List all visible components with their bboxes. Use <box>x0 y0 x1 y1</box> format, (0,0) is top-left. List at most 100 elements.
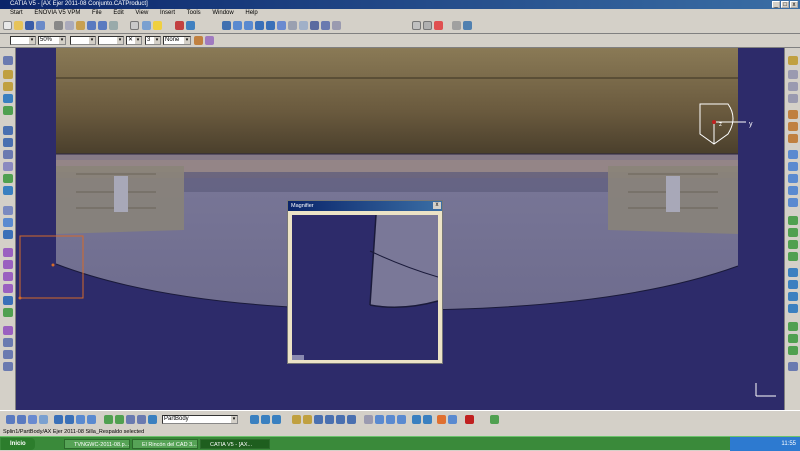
task-button[interactable]: CATIA V5 - [AX... <box>200 439 270 449</box>
measure-between-icon[interactable] <box>397 415 406 424</box>
what-is-this-icon[interactable] <box>109 21 118 30</box>
multi-view-icon[interactable] <box>288 21 297 30</box>
point-icon[interactable] <box>788 70 798 79</box>
sketcher-icon[interactable] <box>6 415 15 424</box>
body-select[interactable]: PartBody ▾ <box>162 415 238 424</box>
cut-icon[interactable] <box>54 21 63 30</box>
start-button[interactable]: Inicio <box>1 438 35 450</box>
transform-icon[interactable] <box>347 415 356 424</box>
properties-icon[interactable] <box>205 36 214 45</box>
extrude-icon[interactable] <box>788 150 798 159</box>
symmetry-icon[interactable] <box>788 304 798 313</box>
offset-constraint-icon[interactable] <box>3 272 13 281</box>
zoom-out-icon[interactable] <box>266 21 275 30</box>
knowledge-icon[interactable] <box>175 21 184 30</box>
axis-system-icon[interactable] <box>788 334 798 343</box>
add-icon[interactable] <box>250 415 259 424</box>
menu-edit[interactable]: Edit <box>108 9 128 18</box>
paint-brush-icon[interactable] <box>194 36 203 45</box>
catalog-browser-icon[interactable] <box>490 415 499 424</box>
menu-file[interactable]: File <box>87 9 107 18</box>
shading-icon[interactable] <box>310 21 319 30</box>
magnifier-title-bar[interactable]: Magnifier x <box>288 201 442 211</box>
catalog-icon[interactable] <box>153 21 162 30</box>
magnifier-close-button[interactable]: x <box>433 202 441 209</box>
constraint-icon[interactable] <box>3 248 13 257</box>
check-icon[interactable] <box>465 415 474 424</box>
extract-icon[interactable] <box>788 252 798 261</box>
component-icon[interactable] <box>3 94 13 103</box>
transparency-select[interactable]: 50% ▾ <box>38 36 66 45</box>
rotate-icon[interactable] <box>244 21 253 30</box>
spline-icon[interactable] <box>788 110 798 119</box>
normal-view-icon[interactable] <box>277 21 286 30</box>
save-icon[interactable] <box>25 21 34 30</box>
join-icon[interactable] <box>788 216 798 225</box>
loft-icon[interactable] <box>87 415 96 424</box>
product-icon[interactable] <box>3 70 13 79</box>
color-select[interactable]: ▾ <box>10 36 36 45</box>
grid-icon[interactable] <box>423 21 432 30</box>
redo-icon[interactable] <box>98 21 107 30</box>
swap-space-icon[interactable] <box>332 21 341 30</box>
fillet-icon[interactable] <box>788 268 798 277</box>
clash-icon[interactable] <box>3 230 13 239</box>
analysis-icon[interactable] <box>452 21 461 30</box>
multi-instantiation-icon[interactable] <box>3 162 13 171</box>
line-type-select[interactable]: ▾ <box>98 36 124 45</box>
assemble-icon[interactable] <box>303 415 312 424</box>
chamfer-icon[interactable] <box>115 415 124 424</box>
point-symbol-select[interactable]: ✕ ▾ <box>126 36 142 45</box>
part-icon[interactable] <box>3 82 13 91</box>
remove-icon[interactable] <box>261 415 270 424</box>
magnifier-view[interactable] <box>292 215 438 360</box>
iso-view-icon[interactable] <box>299 21 308 30</box>
pad-icon[interactable] <box>17 415 26 424</box>
circle-icon[interactable] <box>788 122 798 131</box>
fix-component-icon[interactable] <box>3 296 13 305</box>
menu-view[interactable]: View <box>130 9 153 18</box>
shaft-icon[interactable] <box>28 415 37 424</box>
reuse-pattern-icon[interactable] <box>3 326 13 335</box>
sketch-icon[interactable] <box>788 56 798 65</box>
snap-icon[interactable] <box>3 218 13 227</box>
graph-tree-icon[interactable] <box>3 138 13 147</box>
renumber-icon[interactable] <box>3 150 13 159</box>
fix-together-icon[interactable] <box>3 308 13 317</box>
slot-icon[interactable] <box>65 415 74 424</box>
table-icon[interactable] <box>412 21 421 30</box>
open-icon[interactable] <box>14 21 23 30</box>
undo-icon[interactable] <box>87 21 96 30</box>
angle-constraint-icon[interactable] <box>3 284 13 293</box>
pan-icon[interactable] <box>233 21 242 30</box>
thread-icon[interactable] <box>375 415 384 424</box>
fast-instantiation-icon[interactable] <box>3 174 13 183</box>
search-icon[interactable] <box>142 21 151 30</box>
3d-text-icon[interactable] <box>386 415 395 424</box>
stiffener-icon[interactable] <box>76 415 85 424</box>
task-button[interactable]: El Rincón del CAD 3... <box>132 439 198 449</box>
scaling-icon[interactable] <box>336 415 345 424</box>
fly-mode-icon[interactable] <box>222 21 231 30</box>
hide-show-icon[interactable] <box>321 21 330 30</box>
formula-icon[interactable] <box>130 21 139 30</box>
print-icon[interactable] <box>36 21 45 30</box>
menu-insert[interactable]: Insert <box>155 9 180 18</box>
measure-icon[interactable] <box>434 21 443 30</box>
macro-icon[interactable] <box>186 21 195 30</box>
mirror-icon[interactable] <box>314 415 323 424</box>
connect-icon[interactable] <box>788 134 798 143</box>
layer-select[interactable]: None ▾ <box>163 36 191 45</box>
sections-icon[interactable] <box>423 415 432 424</box>
line-icon[interactable] <box>788 82 798 91</box>
select-icon[interactable] <box>3 56 13 65</box>
split-icon[interactable] <box>3 338 13 347</box>
analysis-tools-icon[interactable] <box>788 362 798 371</box>
update-icon[interactable] <box>463 21 472 30</box>
contact-constraint-icon[interactable] <box>3 260 13 269</box>
close-button[interactable]: x <box>790 1 798 8</box>
healing-icon[interactable] <box>788 228 798 237</box>
existing-component-icon[interactable] <box>3 106 13 115</box>
draft-icon[interactable] <box>126 415 135 424</box>
groove-icon[interactable] <box>39 415 48 424</box>
